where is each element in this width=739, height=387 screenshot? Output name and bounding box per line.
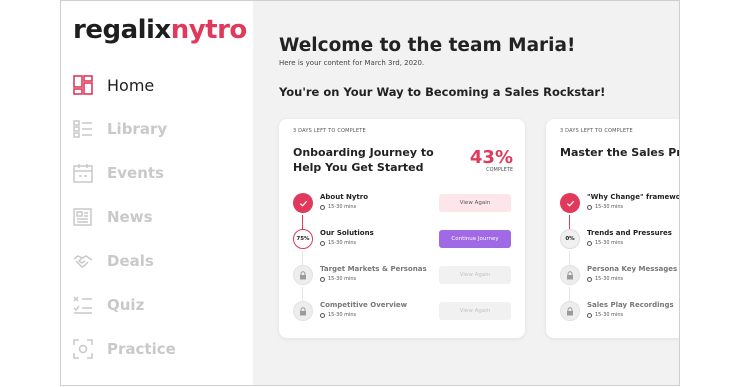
news-icon: [73, 207, 93, 227]
clock-icon: [587, 240, 592, 246]
days-left-label: 3 DAYS LEFT TO COMPLETE: [560, 128, 633, 134]
sidebar-item-news[interactable]: News: [73, 195, 253, 239]
handshake-icon: [73, 251, 93, 271]
clock-icon: [587, 204, 592, 210]
sidebar-item-home[interactable]: Home: [73, 63, 253, 107]
step-duration: 15-30 mins: [320, 312, 356, 318]
continue-journey-button[interactable]: Continue Journey: [439, 230, 511, 248]
clock-icon: [320, 276, 325, 282]
lock-icon: [293, 301, 313, 321]
sidebar-item-events[interactable]: Events: [73, 151, 253, 195]
sidebar-item-label: Events: [107, 164, 164, 182]
journey-step: Competitive Overview 15-30 mins View Aga…: [293, 297, 518, 327]
journey-card: 3 DAYS LEFT TO COMPLETE Onboarding Journ…: [279, 119, 525, 338]
clock-icon: [587, 312, 592, 318]
progress-badge: 0%: [560, 229, 580, 249]
step-duration: 15-30 mins: [320, 276, 356, 282]
practice-icon: [73, 339, 93, 359]
journey-step: 0% Trends and Pressures 15-30 mins: [560, 225, 679, 255]
logo: regalixnytro: [73, 15, 247, 45]
calendar-icon: [73, 163, 93, 183]
journey-step: Target Markets & Personas 15-30 mins Vie…: [293, 261, 518, 291]
home-icon: [73, 75, 93, 95]
journey-step: About Nytro 15-30 mins View Again: [293, 189, 518, 219]
section-heading: You're on Your Way to Becoming a Sales R…: [279, 85, 606, 99]
sidebar-item-quiz[interactable]: Quiz: [73, 283, 253, 327]
sidebar-item-label: Quiz: [107, 296, 145, 314]
journey-step: "Why Change" framework 15-30 mins: [560, 189, 679, 219]
completion-percent: 43%: [469, 147, 513, 168]
journey-title: Master the Sales Proce: [560, 146, 679, 159]
progress-badge: 75%: [293, 229, 313, 249]
view-again-button-disabled: View Again: [439, 266, 511, 284]
step-duration: 15-30 mins: [587, 276, 623, 282]
view-again-button[interactable]: View Again: [439, 194, 511, 212]
step-duration: 15-30 mins: [587, 312, 623, 318]
step-duration: 15-30 mins: [320, 240, 356, 246]
step-title: Sales Play Recordings: [587, 301, 674, 309]
sidebar-item-deals[interactable]: Deals: [73, 239, 253, 283]
step-title[interactable]: Our Solutions: [320, 229, 374, 237]
view-again-button-disabled: View Again: [439, 302, 511, 320]
journey-step: 75% Our Solutions 15-30 mins Continue Jo…: [293, 225, 518, 255]
journey-step: Persona Key Messages & Stories 15-30 min…: [560, 261, 679, 291]
step-title: Target Markets & Personas: [320, 265, 427, 273]
page-subtitle: Here is your content for March 3rd, 2020…: [279, 59, 425, 67]
quiz-icon: [73, 295, 93, 315]
days-left-label: 3 DAYS LEFT TO COMPLETE: [293, 128, 366, 134]
app-window: regalixnytro Home Library Events News De…: [60, 0, 680, 386]
clock-icon: [320, 204, 325, 210]
library-icon: [73, 119, 93, 139]
lock-icon: [560, 265, 580, 285]
lock-icon: [293, 265, 313, 285]
step-duration: 15-30 mins: [320, 204, 356, 210]
clock-icon: [320, 240, 325, 246]
step-title[interactable]: "Why Change" framework: [587, 193, 679, 201]
step-title: Persona Key Messages & Stories: [587, 265, 679, 273]
journey-card: 3 DAYS LEFT TO COMPLETE Master the Sales…: [546, 119, 679, 338]
journey-title: Onboarding Journey to Help You Get Start…: [293, 146, 434, 174]
sidebar: regalixnytro Home Library Events News De…: [61, 1, 253, 385]
sidebar-item-label: Library: [107, 120, 168, 138]
check-icon: [293, 193, 313, 213]
sidebar-item-label: Deals: [107, 252, 154, 270]
sidebar-item-library[interactable]: Library: [73, 107, 253, 151]
step-title: Competitive Overview: [320, 301, 408, 309]
completion-label: COMPLETE: [486, 167, 513, 173]
sidebar-item-practice[interactable]: Practice: [73, 327, 253, 371]
check-icon: [560, 193, 580, 213]
page-title: Welcome to the team Maria!: [279, 35, 576, 56]
lock-icon: [560, 301, 580, 321]
sidebar-nav: Home Library Events News Deals Quiz Prac…: [73, 63, 253, 371]
step-title[interactable]: Trends and Pressures: [587, 229, 672, 237]
clock-icon: [587, 276, 592, 282]
journey-step: Sales Play Recordings 15-30 mins: [560, 297, 679, 327]
sidebar-item-label: Home: [107, 75, 155, 95]
step-duration: 15-30 mins: [587, 240, 623, 246]
sidebar-item-label: Practice: [107, 340, 176, 358]
sidebar-item-label: News: [107, 208, 153, 226]
step-duration: 15-30 mins: [587, 204, 623, 210]
clock-icon: [320, 312, 325, 318]
main-content: Welcome to the team Maria! Here is your …: [253, 1, 679, 385]
step-title[interactable]: About Nytro: [320, 193, 368, 201]
